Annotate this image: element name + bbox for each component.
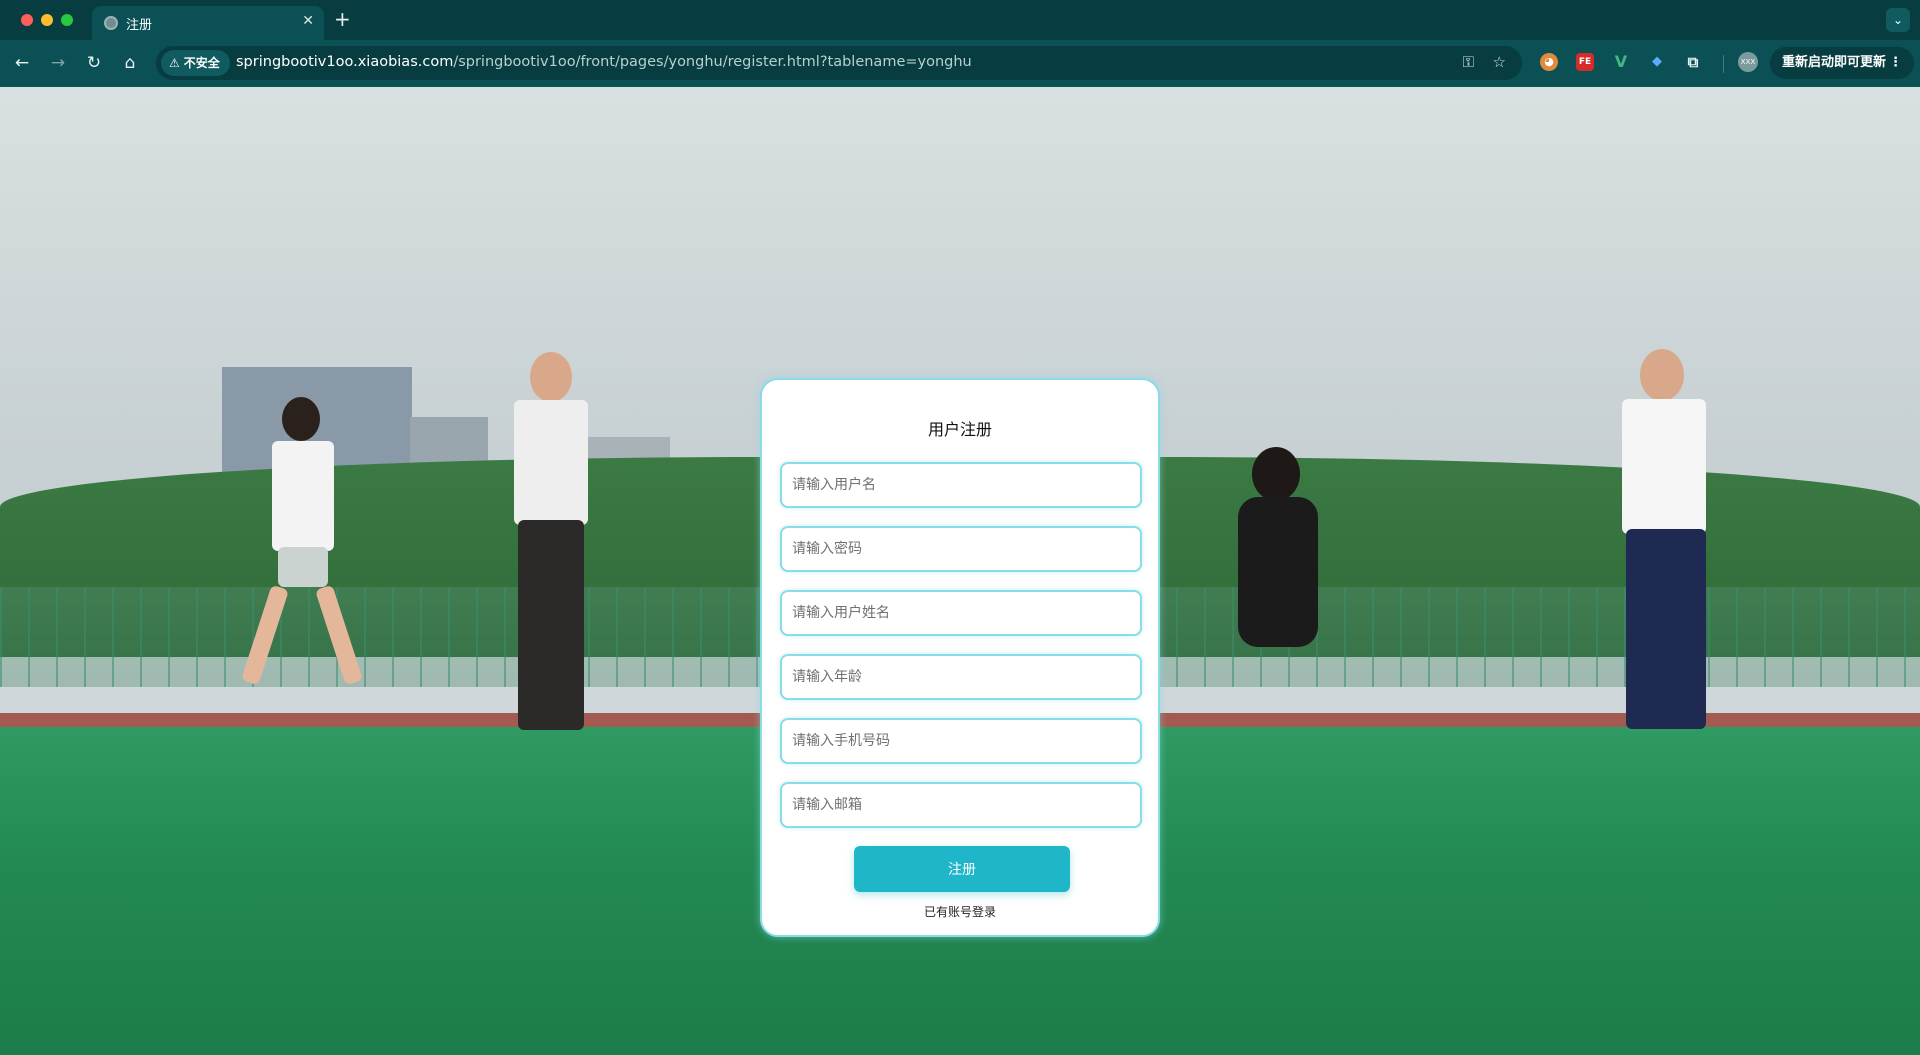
key-icon[interactable]: ⚿ <box>1463 53 1474 71</box>
minimize-window-button[interactable] <box>41 14 53 26</box>
security-indicator[interactable]: ⚠ 不安全 <box>161 50 230 76</box>
tab-register[interactable]: 注册 ✕ <box>92 6 324 40</box>
login-link[interactable]: 已有账号登录 <box>762 903 1158 920</box>
username-input[interactable] <box>780 462 1142 508</box>
url-text[interactable]: springbootiv1oo.xiaobias.com/springbooti… <box>236 54 972 70</box>
register-card: 用户注册 注册 已有账号登录 <box>760 378 1160 937</box>
page-viewport: 用户注册 注册 已有账号登录 <box>0 87 1920 1055</box>
warning-triangle-icon: ⚠ <box>169 56 180 70</box>
browser-chrome: 注册 ✕ + ⌄ ← → ↻ ⌂ ⚠ 不安全 springbootiv1oo.xi… <box>0 0 1920 87</box>
close-window-button[interactable] <box>21 14 33 26</box>
url-path: /springbootiv1oo/front/pages/yonghu/regi… <box>453 54 972 70</box>
profile-avatar[interactable]: XXX <box>1738 52 1758 72</box>
age-input[interactable] <box>780 654 1142 700</box>
register-button[interactable]: 注册 <box>854 846 1070 892</box>
bookmark-star-icon[interactable]: ☆ <box>1493 53 1506 71</box>
toolbar-divider <box>1723 55 1724 73</box>
vue-devtools-icon[interactable]: V <box>1612 53 1630 71</box>
fullname-input[interactable] <box>780 590 1142 636</box>
more-vertical-icon: ⋮ <box>1889 55 1902 70</box>
cookie-extension-icon[interactable]: ◕ <box>1540 53 1558 71</box>
gem-extension-icon[interactable]: ◆ <box>1648 53 1666 71</box>
tab-strip: 注册 ✕ + ⌄ <box>0 0 1920 40</box>
forward-arrow-icon[interactable]: → <box>46 51 70 75</box>
email-input[interactable] <box>780 782 1142 828</box>
tab-title: 注册 <box>126 18 153 33</box>
back-arrow-icon[interactable]: ← <box>10 51 34 75</box>
fe-helper-icon[interactable]: FE <box>1576 53 1594 71</box>
browser-toolbar: ← → ↻ ⌂ ⚠ 不安全 springbootiv1oo.xiaobias.co… <box>0 40 1920 87</box>
globe-icon <box>104 16 118 30</box>
address-bar[interactable]: ⚠ 不安全 springbootiv1oo.xiaobias.com/spring… <box>156 46 1522 80</box>
url-host: springbootiv1oo.xiaobias.com <box>236 54 454 70</box>
home-icon[interactable]: ⌂ <box>118 51 142 75</box>
security-label: 不安全 <box>183 56 220 70</box>
maximize-window-button[interactable] <box>61 14 73 26</box>
page-title: 用户注册 <box>927 420 992 439</box>
reload-icon[interactable]: ↻ <box>82 51 106 75</box>
update-button[interactable]: 重新启动即可更新 ⋮ <box>1770 47 1914 79</box>
new-tab-button[interactable]: + <box>334 7 351 31</box>
update-label: 重新启动即可更新 <box>1782 55 1887 70</box>
tab-search-chevron-icon[interactable]: ⌄ <box>1886 8 1910 32</box>
close-tab-icon[interactable]: ✕ <box>302 13 314 29</box>
phone-input[interactable] <box>780 718 1142 764</box>
puzzle-extensions-icon[interactable]: ⧉ <box>1684 53 1702 71</box>
password-input[interactable] <box>780 526 1142 572</box>
